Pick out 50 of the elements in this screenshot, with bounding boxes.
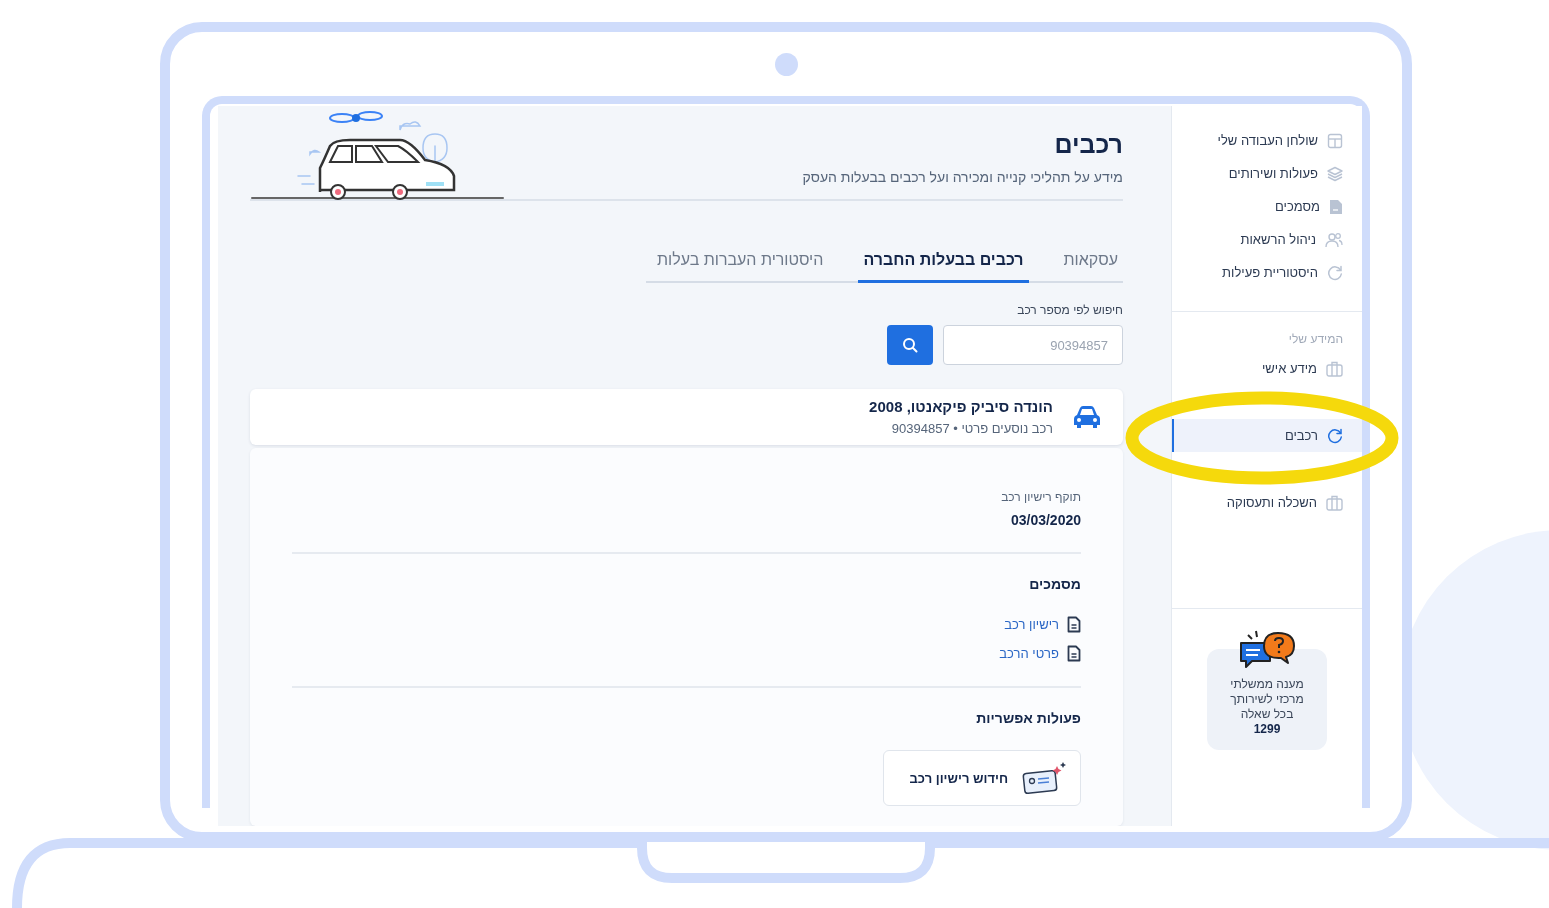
field-label: תוקף רישיון רכב	[1001, 490, 1081, 504]
search-button[interactable]	[887, 325, 933, 365]
search-label: חיפוש לפי מספר רכב	[1017, 303, 1123, 317]
nav-item[interactable]: מידע אישי	[1172, 352, 1362, 385]
document-icon	[1329, 198, 1343, 215]
nav-label: מסמכים	[1274, 199, 1320, 214]
nav-item[interactable]: השכלה ותעסוקה	[1172, 486, 1362, 519]
table-icon	[1327, 132, 1343, 149]
page-title: רכבים	[1053, 130, 1123, 159]
briefcase-icon	[1326, 360, 1343, 377]
tab[interactable]: היסטורית העברות בעלות	[651, 251, 829, 283]
id-card-icon	[1020, 760, 1066, 796]
help-text: מענה ממשלתי מרכזי לשירותך בכל שאלה	[1230, 677, 1304, 722]
tab[interactable]: עסקאות	[1058, 251, 1123, 283]
section-heading: מסמכים	[1029, 576, 1081, 592]
document-link[interactable]: רישיון רכב	[1004, 617, 1059, 632]
tab[interactable]: רכבים בבעלות החברה	[858, 251, 1029, 283]
nav-item[interactable]: שולחן העבודה שלי	[1172, 124, 1362, 157]
nav-item[interactable]: רכבים	[1172, 419, 1362, 452]
page-subtitle: מידע על תהליכי קנייה ומכירה ועל רכבים בבעלות העסק	[802, 169, 1123, 185]
action-card[interactable]: חידוש רישיון רכב	[883, 750, 1081, 806]
vehicle-details: רכב נוסעים פרטי • 90394857	[890, 421, 1053, 436]
refresh-icon	[1327, 427, 1343, 444]
document-link[interactable]: פרטי הרכב	[999, 646, 1059, 661]
layers-icon	[1327, 165, 1343, 182]
vehicle-name: הונדה סיביק פיקאנטו, 2008	[869, 398, 1053, 415]
nav-label: פעולות ושירותים	[1228, 166, 1318, 181]
nav-label: רכבים	[1284, 428, 1318, 443]
search-field[interactable]: 90394857	[943, 325, 1123, 365]
document-icon	[1067, 616, 1081, 633]
nav-label: השכלה ותעסוקה	[1226, 495, 1317, 510]
history-icon	[1327, 264, 1343, 281]
document-icon	[1067, 645, 1081, 662]
nav-item[interactable]: מסמכים	[1172, 190, 1362, 223]
car-icon	[1073, 405, 1101, 429]
nav-label: היסטוריית פעילות	[1222, 265, 1318, 280]
users-icon	[1325, 231, 1343, 248]
nav-item[interactable]: ניהול הרשאות	[1172, 223, 1362, 256]
nav-label: שולחן העבודה שלי	[1217, 133, 1318, 148]
search-icon	[902, 337, 918, 353]
phone-number: 1299	[1253, 722, 1281, 736]
section-label: המידע שלי	[1287, 332, 1344, 346]
nav-label: ניהול הרשאות	[1240, 232, 1316, 247]
section-heading: פעולות אפשריות	[976, 710, 1081, 726]
nav-item[interactable]: היסטוריית פעילות	[1172, 256, 1362, 289]
field-value: 03/03/2020	[1010, 512, 1081, 528]
nav-label: מידע אישי	[1261, 361, 1317, 376]
briefcase-icon	[1326, 494, 1343, 511]
vehicle-card[interactable]: הונדה סיביק פיקאנטו, 2008 רכב נוסעים פרטי • 90394857	[250, 389, 1123, 445]
nav-item[interactable]: פעולות ושירותים	[1172, 157, 1362, 190]
